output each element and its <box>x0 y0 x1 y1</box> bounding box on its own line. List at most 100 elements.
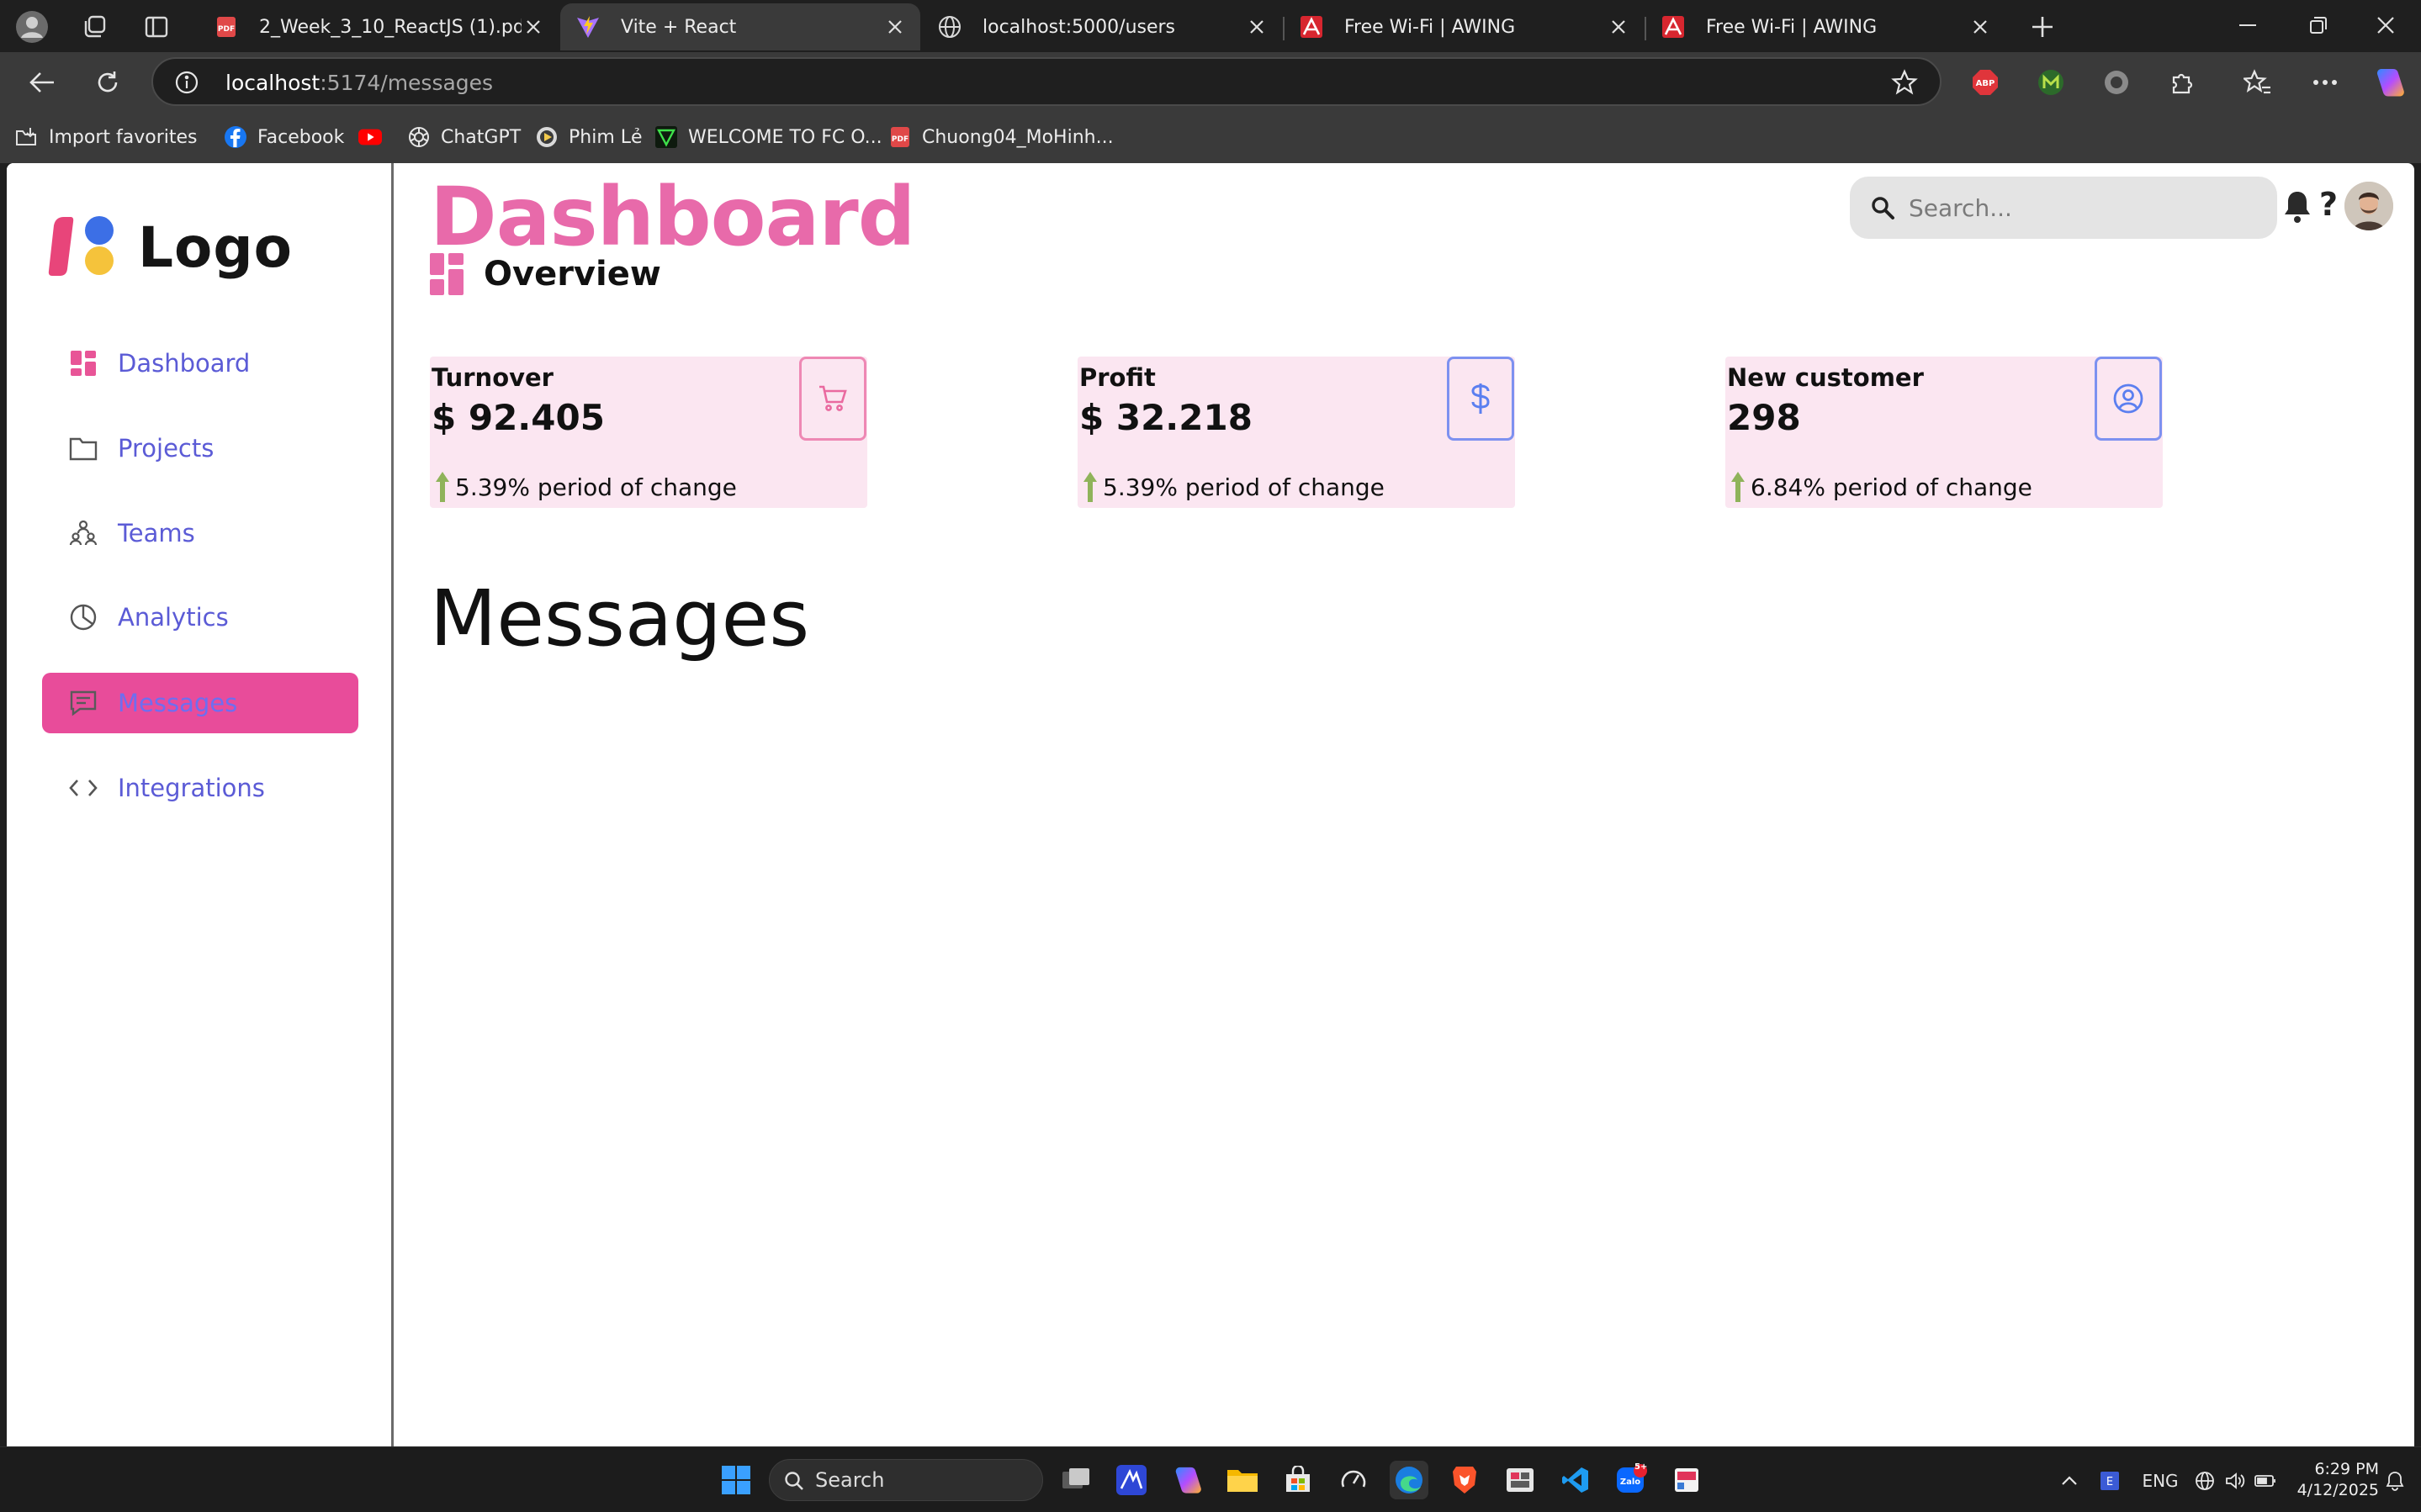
sidebar-item-projects[interactable]: Projects <box>42 418 358 478</box>
profile-icon[interactable] <box>15 10 49 44</box>
notification-badge: 5+ <box>1634 1462 1648 1472</box>
fc-icon <box>654 125 678 149</box>
bell-icon[interactable] <box>2281 188 2314 225</box>
card-change: 6.84% period of change <box>1730 471 2032 503</box>
vite-icon <box>575 14 601 40</box>
sidebar-item-messages[interactable]: Messages <box>42 673 358 733</box>
sidebar-item-label: Integrations <box>118 774 265 802</box>
logo[interactable]: Logo <box>45 214 298 281</box>
close-window-icon[interactable] <box>2350 7 2421 44</box>
logo-text: Logo <box>138 215 293 280</box>
tab-actions-icon[interactable] <box>140 10 173 44</box>
dollar-icon[interactable] <box>1447 357 1514 441</box>
clock-date: 4/12/2025 <box>2297 1481 2379 1499</box>
sidebar-item-teams[interactable]: Teams <box>42 503 358 563</box>
dashboard-grid-icon <box>67 347 99 379</box>
youtube-icon <box>358 125 382 149</box>
stat-card-turnover: Turnover $ 92.405 5.39% period of change <box>430 357 867 508</box>
arrow-up-icon <box>1731 472 1745 502</box>
sidebar-item-label: Messages <box>118 689 238 717</box>
windows-start-icon[interactable] <box>717 1461 755 1499</box>
close-tab-icon[interactable] <box>1968 15 1992 39</box>
workspaces-icon[interactable] <box>77 10 111 44</box>
volume-icon[interactable] <box>2222 1466 2248 1496</box>
tab-vite-react[interactable]: Vite + React <box>560 3 920 50</box>
network-globe-icon[interactable] <box>2192 1466 2217 1496</box>
favorites-icon[interactable] <box>2239 64 2276 101</box>
file-explorer-icon[interactable] <box>1223 1461 1262 1499</box>
paint-app-icon[interactable] <box>1667 1461 1706 1499</box>
card-change-text: 6.84% period of change <box>1751 473 2032 501</box>
copilot-icon[interactable] <box>2371 64 2408 101</box>
extension-circle-icon[interactable] <box>2098 64 2135 101</box>
user-circle-icon[interactable] <box>2095 357 2162 441</box>
show-hidden-icons-chevron[interactable] <box>2058 1466 2081 1496</box>
favorite-import[interactable]: Import favorites <box>15 121 198 153</box>
address-bar[interactable]: localhost:5174/messages <box>151 57 1942 106</box>
site-info-icon[interactable] <box>175 71 199 94</box>
help-icon[interactable]: ? <box>2314 183 2343 225</box>
cart-icon[interactable] <box>799 357 866 441</box>
close-tab-icon[interactable] <box>1245 15 1269 39</box>
card-label: Profit <box>1079 363 1156 392</box>
zalo-icon[interactable]: Zalo 5+ <box>1612 1461 1650 1499</box>
task-view-icon[interactable] <box>1057 1461 1095 1499</box>
svg-text:E: E <box>2106 1476 2113 1488</box>
battery-icon[interactable] <box>2253 1466 2278 1496</box>
restore-icon[interactable] <box>2283 7 2354 44</box>
favorite-phim-le[interactable]: Phim Lẻ <box>535 121 643 153</box>
favorite-chatgpt[interactable]: ChatGPT <box>407 121 521 153</box>
pdf-icon: PDF <box>214 14 239 40</box>
snipping-tool-icon[interactable] <box>1501 1461 1539 1499</box>
sidebar-item-integrations[interactable]: Integrations <box>42 758 358 818</box>
favorite-youtube[interactable] <box>358 121 392 153</box>
close-tab-icon[interactable] <box>883 15 907 39</box>
favorite-star-icon[interactable] <box>1891 69 1918 96</box>
refresh-icon[interactable] <box>89 64 126 101</box>
sidebar-item-analytics[interactable]: Analytics <box>42 587 358 648</box>
speedometer-icon[interactable] <box>1334 1461 1373 1499</box>
app-blue-icon[interactable] <box>1112 1461 1151 1499</box>
system-clock[interactable]: 6:29 PM 4/12/2025 <box>2285 1459 2379 1501</box>
extensions-puzzle-icon[interactable] <box>2164 64 2201 101</box>
film-icon <box>535 125 559 149</box>
search-box[interactable] <box>1850 177 2277 239</box>
tab-title: Free Wi-Fi | AWING <box>1706 16 1878 38</box>
copilot-icon[interactable] <box>1168 1461 1206 1499</box>
facebook-icon <box>224 125 247 149</box>
edge-browser-icon[interactable] <box>1390 1461 1428 1499</box>
search-input[interactable] <box>1909 185 2262 230</box>
avatar[interactable] <box>2344 182 2393 230</box>
adblock-icon[interactable]: ABP <box>1967 64 2004 101</box>
back-arrow-icon[interactable] <box>24 64 61 101</box>
sidebar-item-label: Analytics <box>118 603 229 632</box>
vscode-icon[interactable] <box>1556 1461 1595 1499</box>
favorite-chuong04[interactable]: PDF Chuong04_MoHinh... <box>888 121 1114 153</box>
close-tab-icon[interactable] <box>522 15 545 39</box>
close-tab-icon[interactable] <box>1607 15 1630 39</box>
sidebar-item-dashboard[interactable]: Dashboard <box>42 333 358 394</box>
favorite-facebook[interactable]: Facebook <box>224 121 344 153</box>
more-options-icon[interactable] <box>2307 64 2344 101</box>
extension-m-icon[interactable] <box>2032 64 2069 101</box>
pie-chart-icon <box>67 601 99 633</box>
favorites-bar: Import favorites Facebook ChatGPT Phim L… <box>0 111 2421 163</box>
taskbar-search[interactable]: Search <box>769 1459 1043 1501</box>
store-icon[interactable] <box>1279 1461 1317 1499</box>
favorite-fc-online[interactable]: WELCOME TO FC O... <box>654 121 882 153</box>
new-tab-icon[interactable] <box>2026 10 2059 44</box>
tab-awing-1[interactable]: Free Wi-Fi | AWING <box>1284 3 1644 50</box>
tab-pdf[interactable]: PDF 2_Week_3_10_ReactJS (1).pdf <box>199 3 559 50</box>
tab-awing-2[interactable]: Free Wi-Fi | AWING <box>1645 3 2005 50</box>
brave-browser-icon[interactable] <box>1445 1461 1484 1499</box>
clock-time: 6:29 PM <box>2314 1460 2379 1478</box>
arrow-up-icon <box>1083 472 1097 502</box>
search-icon <box>1872 197 1894 219</box>
tray-app-icon[interactable]: E <box>2096 1466 2123 1496</box>
notifications-bell-icon[interactable] <box>2382 1466 2408 1496</box>
tab-users[interactable]: localhost:5000/users <box>922 3 1282 50</box>
minimize-icon[interactable] <box>2212 7 2283 44</box>
language-indicator[interactable]: ENG <box>2140 1466 2180 1496</box>
folder-icon <box>67 432 99 464</box>
overview-header: Overview <box>430 251 661 298</box>
